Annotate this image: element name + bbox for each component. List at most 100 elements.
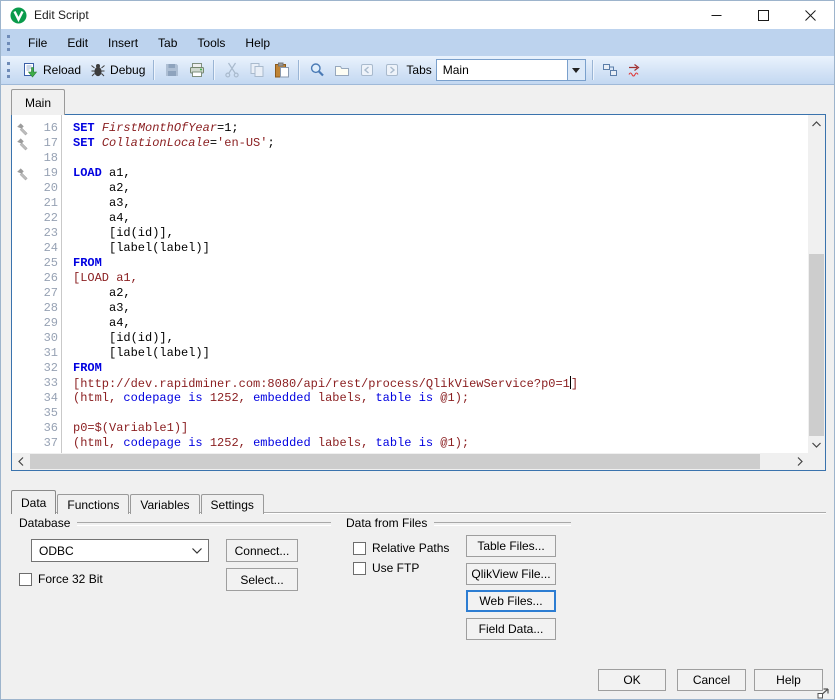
tab-selector-combobox[interactable]: Main [436, 59, 586, 81]
code-text[interactable]: (html, codepage is 1252, embedded labels… [63, 391, 469, 406]
gutter-cell [15, 346, 31, 361]
database-source-combobox[interactable]: ODBC [31, 539, 209, 562]
code-text[interactable]: a2, [63, 286, 131, 301]
script-tab-main[interactable]: Main [11, 89, 65, 115]
relative-paths-checkbox[interactable] [353, 542, 366, 555]
code-text[interactable]: [label(label)] [63, 241, 210, 256]
help-button[interactable]: Help [754, 669, 823, 691]
reload-button[interactable]: Reload [18, 60, 85, 81]
save-button[interactable] [159, 60, 184, 81]
gutter-cell [15, 406, 31, 421]
code-text[interactable]: a4, [63, 316, 131, 331]
file-button-label: Table Files... [477, 539, 544, 553]
scroll-right-arrow[interactable] [791, 453, 808, 470]
code-text[interactable]: p0=$(Variable1)] [63, 421, 188, 436]
code-text[interactable]: [LOAD a1, [63, 271, 138, 286]
code-text[interactable]: [label(label)] [63, 346, 210, 361]
debug-button[interactable]: Debug [85, 60, 149, 81]
minimize-button[interactable] [693, 1, 740, 29]
print-button[interactable] [184, 60, 209, 81]
table-files-button[interactable]: Table Files... [466, 535, 556, 557]
menu-item-edit[interactable]: Edit [57, 31, 98, 55]
cancel-button[interactable]: Cancel [677, 669, 746, 691]
close-button[interactable] [787, 1, 834, 29]
relative-paths-row: Relative Paths [353, 541, 449, 555]
code-text[interactable]: LOAD a1, [63, 166, 131, 181]
code-line-19: 19LOAD a1, [12, 166, 808, 181]
reload-icon [22, 62, 39, 79]
code-token: codepage is [123, 436, 209, 450]
next-tab-button[interactable] [379, 60, 404, 81]
panel-tab-variables[interactable]: Variables [130, 494, 199, 514]
code-text[interactable]: a2, [63, 181, 131, 196]
copy-button[interactable] [244, 60, 269, 81]
code-text[interactable]: SET CollationLocale='en-US'; [63, 136, 275, 151]
field-data-button[interactable]: Field Data... [466, 618, 556, 640]
syntax-check-button[interactable] [623, 60, 648, 81]
code-text[interactable]: a3, [63, 196, 131, 211]
previous-tab-button[interactable] [354, 60, 379, 81]
code-text[interactable]: FROM [63, 361, 102, 376]
code-text[interactable] [63, 151, 73, 166]
menu-grip-handle[interactable] [7, 35, 13, 51]
line-number: 23 [31, 226, 63, 241]
code-text[interactable]: a3, [63, 301, 131, 316]
code-text[interactable]: [id(id)], [63, 331, 174, 346]
code-token: a4, [73, 211, 131, 225]
folder-icon [333, 62, 350, 79]
connect-button[interactable]: Connect... [226, 539, 298, 562]
use-ftp-checkbox[interactable] [353, 562, 366, 575]
code-text[interactable]: a4, [63, 211, 131, 226]
code-text[interactable]: [http://dev.rapidminer.com:8080/api/rest… [63, 376, 578, 391]
window-controls [693, 1, 834, 29]
scroll-left-arrow[interactable] [12, 453, 29, 470]
code-area[interactable]: 16SET FirstMonthOfYear=1; 17SET Collatio… [12, 115, 808, 453]
qlikview-logo-icon [10, 7, 27, 24]
code-text[interactable] [63, 406, 73, 421]
paste-button[interactable] [269, 60, 294, 81]
code-text[interactable]: (html, codepage is 1252, embedded labels… [63, 436, 469, 451]
line-number: 37 [31, 436, 63, 451]
table-viewer-button[interactable] [598, 60, 623, 81]
code-token: a4, [73, 316, 131, 330]
debug-icon [89, 62, 106, 79]
toolbar-grip-handle[interactable] [7, 62, 13, 78]
panel-tab-data[interactable]: Data [11, 490, 56, 514]
horizontal-scrollbar[interactable] [12, 453, 808, 470]
open-script-button[interactable] [329, 60, 354, 81]
menu-item-tools[interactable]: Tools [187, 31, 235, 55]
code-token: [id(id)], [73, 226, 174, 240]
cut-button[interactable] [219, 60, 244, 81]
find-button[interactable] [304, 60, 329, 81]
vertical-scrollbar[interactable] [808, 115, 825, 453]
force-32bit-checkbox[interactable] [19, 573, 32, 586]
panel-tab-settings[interactable]: Settings [201, 494, 264, 514]
copy-icon [248, 62, 265, 79]
menu-item-insert[interactable]: Insert [98, 31, 148, 55]
toolbar: Reload Debug [1, 56, 834, 85]
resize-grip-icon[interactable] [817, 687, 830, 699]
scroll-up-arrow[interactable] [808, 115, 825, 132]
horizontal-scroll-thumb[interactable] [30, 454, 760, 469]
code-text[interactable]: FROM [63, 256, 102, 271]
panel-tab-functions[interactable]: Functions [57, 494, 129, 514]
qlikview-file-button[interactable]: QlikView File... [466, 563, 556, 585]
menu-item-help[interactable]: Help [235, 31, 280, 55]
menu-item-file[interactable]: File [18, 31, 57, 55]
gutter-cell [15, 301, 31, 316]
code-text[interactable]: SET FirstMonthOfYear=1; [63, 121, 239, 136]
vertical-scroll-thumb[interactable] [809, 254, 824, 436]
statement-hammer-icon [15, 166, 31, 181]
paste-icon [273, 62, 290, 79]
maximize-button[interactable] [740, 1, 787, 29]
menu-item-tab[interactable]: Tab [148, 31, 187, 55]
web-files-button[interactable]: Web Files... [466, 590, 556, 612]
code-text[interactable]: [id(id)], [63, 226, 174, 241]
scroll-down-arrow[interactable] [808, 436, 825, 453]
script-tab-label: Main [25, 96, 51, 110]
ok-button[interactable]: OK [598, 669, 666, 691]
chevron-down-icon[interactable] [568, 59, 586, 81]
select-button[interactable]: Select... [226, 568, 298, 591]
file-button-label: Field Data... [479, 622, 544, 636]
select-button-label: Select... [240, 573, 283, 587]
